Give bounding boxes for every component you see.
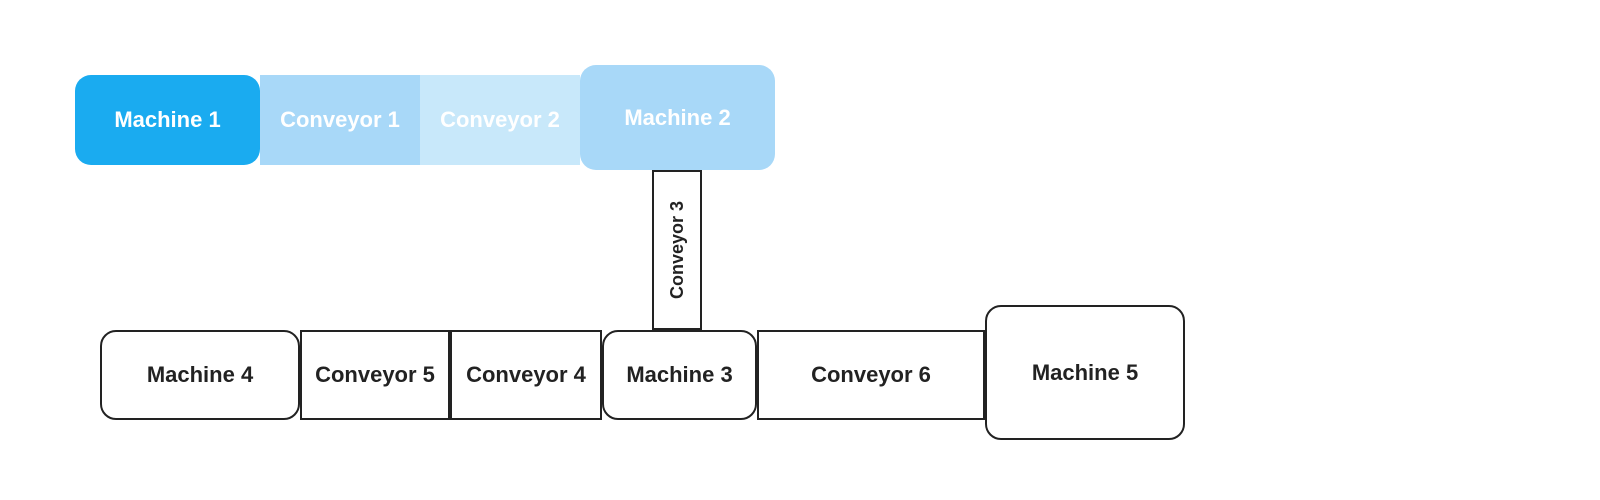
- machine3-node: Machine 3: [602, 330, 757, 420]
- machine1-label: Machine 1: [114, 107, 220, 133]
- machine5-node: Machine 5: [985, 305, 1185, 440]
- machine2-node: Machine 2: [580, 65, 775, 170]
- conveyor2-node: Conveyor 2: [420, 75, 580, 165]
- conveyor5-label: Conveyor 5: [315, 362, 435, 388]
- machine2-label: Machine 2: [624, 105, 730, 131]
- conveyor1-node: Conveyor 1: [260, 75, 420, 165]
- machine5-label: Machine 5: [1032, 360, 1138, 386]
- machine4-node: Machine 4: [100, 330, 300, 420]
- machine1-node: Machine 1: [75, 75, 260, 165]
- conveyor6-node: Conveyor 6: [757, 330, 985, 420]
- conveyor3-node: Conveyor 3: [652, 170, 702, 330]
- diagram: Machine 1 Conveyor 1 Conveyor 2 Machine …: [0, 0, 1600, 500]
- conveyor3-label: Conveyor 3: [667, 201, 688, 299]
- conveyor6-label: Conveyor 6: [811, 362, 931, 388]
- conveyor1-label: Conveyor 1: [280, 107, 400, 133]
- conveyor2-label: Conveyor 2: [440, 107, 560, 133]
- machine4-label: Machine 4: [147, 362, 253, 388]
- conveyor5-node: Conveyor 5: [300, 330, 450, 420]
- machine3-label: Machine 3: [626, 362, 732, 388]
- conveyor4-node: Conveyor 4: [450, 330, 602, 420]
- conveyor4-label: Conveyor 4: [466, 362, 586, 388]
